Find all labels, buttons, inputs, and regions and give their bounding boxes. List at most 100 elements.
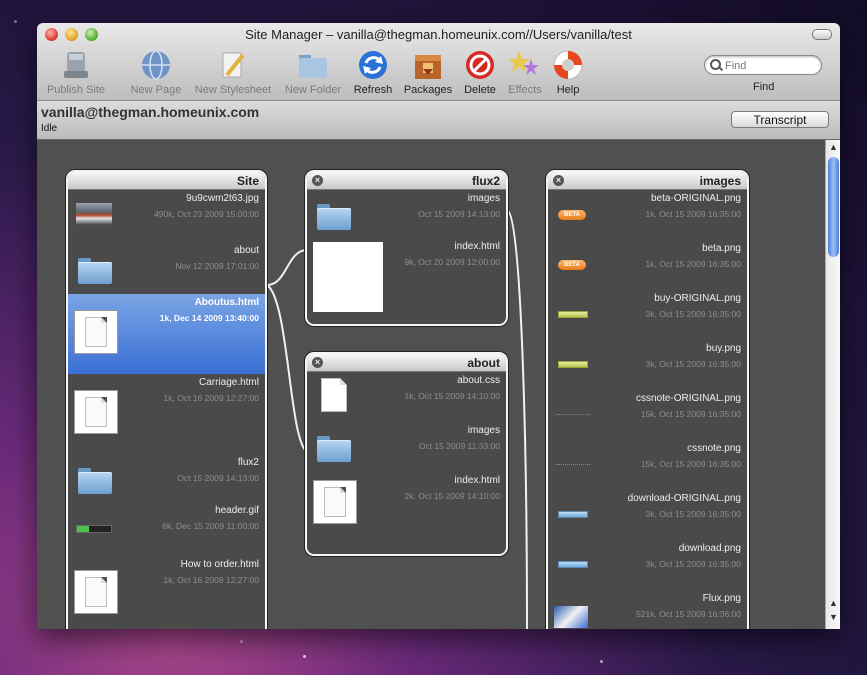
vertical-scrollbar[interactable]: ▲ ▲ ▼ — [825, 140, 840, 629]
new-stylesheet-button[interactable]: New Stylesheet — [191, 49, 275, 96]
scroll-up-arrow-icon[interactable]: ▲ — [829, 142, 838, 152]
item-name: How to order.html — [180, 559, 259, 570]
item-meta: 1k, Oct 16 2009 12:27:00 — [163, 393, 259, 403]
item-meta: 1k, Oct 15 2009 14:10:00 — [404, 391, 500, 401]
list-item[interactable]: flux2 Oct 15 2009 14:13:00 — [68, 454, 265, 502]
item-meta: 1k, Oct 16 2009 12:27:00 — [163, 575, 259, 585]
toolbar-toggle-button[interactable] — [812, 29, 832, 40]
list-item[interactable]: 9u9cwm2t63.jpg 490k, Oct 23 2009 15:00:0… — [68, 190, 265, 242]
list-item[interactable]: images Oct 15 2009 14:13:00 — [307, 190, 506, 238]
desktop-star — [600, 660, 603, 663]
desktop-star — [14, 20, 17, 23]
page-preview-icon — [313, 242, 383, 312]
item-name: beta-ORIGINAL.png — [650, 193, 741, 204]
globe-icon — [140, 49, 172, 81]
help-button[interactable]: Help — [549, 49, 587, 96]
publish-site-button[interactable]: Publish Site — [43, 49, 109, 96]
list-item[interactable]: download.png 3k, Oct 15 2009 16:35:00 — [548, 540, 747, 590]
pencil-icon — [217, 49, 249, 81]
server-icon — [60, 49, 92, 81]
list-item[interactable]: buy-ORIGINAL.png 3k, Oct 15 2009 16:35:0… — [548, 290, 747, 340]
item-meta: Oct 15 2009 11:33:00 — [418, 441, 500, 451]
image-thumbnail-icon — [76, 203, 112, 225]
list-item[interactable]: about.css 1k, Oct 15 2009 14:10:00 — [307, 372, 506, 422]
list-item[interactable]: index.html 2k, Oct 15 2009 14:10:00 — [307, 472, 506, 552]
new-page-button[interactable]: New Page — [125, 49, 187, 96]
item-name: 9u9cwm2t63.jpg — [186, 193, 259, 204]
list-item[interactable]: images Oct 15 2009 11:33:00 — [307, 422, 506, 472]
folder-icon — [78, 468, 112, 494]
search-field[interactable] — [704, 55, 822, 75]
column-title: flux2 — [471, 174, 500, 188]
item-name: buy.png — [706, 343, 741, 354]
list-item[interactable]: Carriage.html 1k, Oct 16 2009 12:27:00 — [68, 374, 265, 454]
new-folder-button[interactable]: New Folder — [281, 49, 345, 96]
list-item[interactable]: cssnote.png 15k, Oct 15 2009 16:35:00 — [548, 440, 747, 490]
list-item-selected[interactable]: Aboutus.html 1k, Dec 14 2009 13:40:00 — [68, 294, 265, 374]
item-meta: 15k, Oct 15 2009 16:35:00 — [640, 459, 741, 469]
column-header: Site — [68, 172, 265, 190]
item-name: Aboutus.html — [194, 297, 259, 308]
list-item[interactable]: header.gif 6k, Dec 15 2009 11:00:00 — [68, 502, 265, 556]
item-meta: Oct 15 2009 14:13:00 — [177, 473, 259, 483]
list-item[interactable]: index.html 9k, Oct 20 2009 12:00:00 — [307, 238, 506, 323]
close-column-icon[interactable]: × — [312, 175, 323, 186]
window-title: Site Manager – vanilla@thegman.homeunix.… — [245, 27, 632, 42]
item-name: flux2 — [237, 457, 259, 468]
item-name: about.css — [457, 375, 500, 386]
item-meta: 1k, Dec 14 2009 13:40:00 — [159, 313, 259, 323]
column-title: about — [467, 356, 500, 370]
search-input[interactable] — [723, 57, 819, 74]
search-icon — [710, 59, 721, 70]
document-icon — [74, 570, 118, 614]
host-name: vanilla@thegman.homeunix.com — [41, 104, 260, 120]
refresh-icon — [357, 49, 389, 81]
column-header: × images — [548, 172, 747, 190]
folder-icon — [297, 49, 329, 81]
item-meta: 3k, Oct 15 2009 16:35:00 — [645, 559, 741, 569]
stylesheet-icon — [321, 378, 347, 412]
list-item[interactable]: BETA beta.png 1k, Oct 15 2009 16:35:00 — [548, 240, 747, 290]
item-name: Carriage.html — [198, 377, 259, 388]
close-column-icon[interactable]: × — [312, 357, 323, 368]
item-meta: 1k, Oct 15 2009 16:35:00 — [645, 209, 741, 219]
scroll-up-arrow-icon[interactable]: ▲ — [829, 598, 838, 608]
refresh-button[interactable]: Refresh — [349, 49, 397, 96]
item-meta: 3k, Oct 15 2009 16:35:00 — [645, 309, 741, 319]
delete-button[interactable]: Delete — [459, 49, 501, 96]
close-column-icon[interactable]: × — [553, 175, 564, 186]
list-item[interactable]: BETA beta-ORIGINAL.png 1k, Oct 15 2009 1… — [548, 190, 747, 240]
scroll-down-arrow-icon[interactable]: ▼ — [829, 612, 838, 622]
connection-state: Idle — [41, 123, 58, 134]
item-meta: 6k, Dec 15 2009 11:00:00 — [162, 521, 259, 531]
item-name: images — [467, 425, 500, 436]
transcript-button[interactable]: Transcript — [731, 111, 829, 128]
delete-icon — [464, 49, 496, 81]
gif-thumbnail-icon — [76, 525, 112, 533]
packages-button[interactable]: Packages — [401, 49, 455, 96]
list-item[interactable]: download-ORIGINAL.png 3k, Oct 15 2009 16… — [548, 490, 747, 540]
item-meta: 1k, Oct 15 2009 16:35:00 — [645, 259, 741, 269]
list-item[interactable]: How to order.html 1k, Oct 16 2009 12:27:… — [68, 556, 265, 629]
site-browser: Site 9u9cwm2t63.jpg 490k, Oct 23 2009 15… — [37, 140, 825, 629]
list-item[interactable]: Flux.png 521k, Oct 15 2009 16:36:00 — [548, 590, 747, 629]
folder-icon — [317, 204, 351, 230]
find-label: Find — [753, 81, 775, 93]
list-item[interactable]: buy.png 3k, Oct 15 2009 16:35:00 — [548, 340, 747, 390]
item-name: beta.png — [702, 243, 741, 254]
button-image-icon — [558, 511, 588, 518]
item-meta: 490k, Oct 23 2009 15:00:00 — [154, 209, 259, 219]
beta-badge-icon: BETA — [558, 210, 586, 220]
list-item[interactable]: cssnote-ORIGINAL.png 15k, Oct 15 2009 16… — [548, 390, 747, 440]
column-title: images — [699, 174, 741, 188]
effects-button[interactable]: Effects — [503, 49, 547, 96]
item-name: cssnote.png — [687, 443, 741, 454]
scroll-thumb[interactable] — [828, 157, 839, 257]
document-icon — [74, 390, 118, 434]
item-name: about — [233, 245, 259, 256]
list-item[interactable]: about Nov 12 2009 17:01:00 — [68, 242, 265, 294]
item-meta: Nov 12 2009 17:01:00 — [175, 261, 259, 271]
site-manager-window: Site Manager – vanilla@thegman.homeunix.… — [37, 23, 840, 629]
column-title: Site — [236, 174, 259, 188]
lifebuoy-icon — [552, 49, 584, 81]
